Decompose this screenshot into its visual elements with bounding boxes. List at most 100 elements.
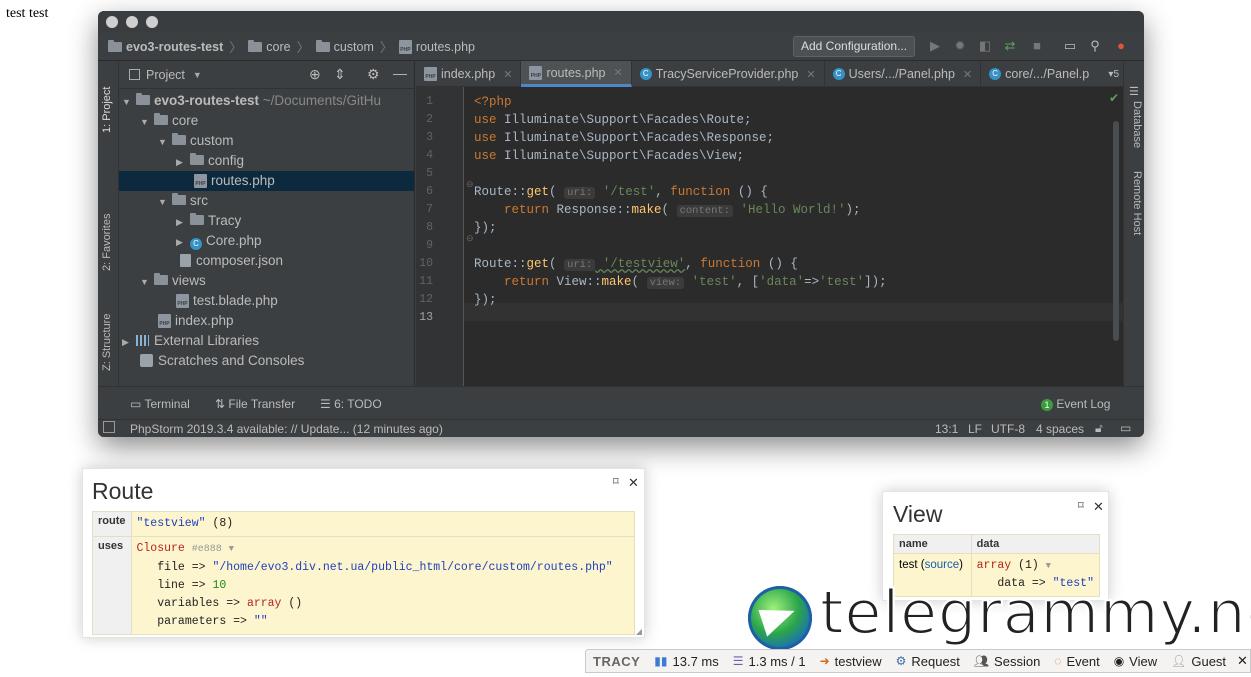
- tracy-debug-bar: TRACY ▮▮ 13.7 ms ☰ 1.3 ms / 1 ➜ testview ⚙ R…: [585, 649, 1251, 673]
- resize-handle-icon[interactable]: ◢: [636, 627, 642, 636]
- breadcrumb-project[interactable]: evo3-routes-test: [108, 39, 223, 54]
- tree-item-index-php[interactable]: PHP index.php: [158, 311, 234, 331]
- string-value: "": [253, 615, 268, 628]
- line-separator[interactable]: LF: [968, 422, 982, 436]
- table-row: route "testview" (8): [92, 511, 635, 537]
- class-icon: C: [832, 68, 845, 80]
- tab-routes-php[interactable]: PHP routes.php ✕: [521, 61, 632, 87]
- tracy-time-item[interactable]: ▮▮ 13.7 ms: [647, 650, 725, 672]
- tree-label: Core.php: [206, 233, 262, 248]
- collapse-all-icon[interactable]: ⇕: [334, 66, 346, 83]
- page-body-text: test test: [6, 6, 49, 21]
- tab-core-panel[interactable]: Ccore/.../Panel.p: [981, 61, 1104, 87]
- close-icon[interactable]: ✕: [628, 475, 639, 491]
- tracy-db-item[interactable]: ☰ 1.3 ms / 1: [726, 650, 813, 672]
- collapse-toggle-icon[interactable]: ▼: [1046, 561, 1051, 571]
- terminal-tool[interactable]: ▭ Terminal: [130, 397, 190, 411]
- lock-icon[interactable]: 🔓︎: [1095, 421, 1103, 436]
- file-encoding[interactable]: UTF-8: [991, 422, 1025, 436]
- tab-project[interactable]: 1: Project: [101, 87, 113, 133]
- tab-structure[interactable]: Z: Structure: [101, 314, 113, 371]
- tree-item-src[interactable]: ▼ src: [158, 191, 208, 211]
- tree-item-tracy[interactable]: ▶ Tracy: [176, 211, 241, 231]
- add-configuration-button[interactable]: Add Configuration...: [793, 36, 916, 57]
- eye-icon: ◉: [1113, 654, 1125, 668]
- tab-favorites[interactable]: 2: Favorites: [101, 214, 113, 271]
- locate-icon[interactable]: ⊕: [309, 66, 321, 83]
- close-icon[interactable]: ✕: [963, 68, 972, 81]
- breadcrumb-custom[interactable]: custom: [315, 39, 374, 54]
- close-icon[interactable]: ✕: [614, 66, 623, 79]
- search-icon[interactable]: ⚲: [1088, 39, 1102, 53]
- tree-item-config[interactable]: ▶ config: [176, 151, 244, 171]
- tree-item-custom[interactable]: ▼ custom: [158, 131, 234, 151]
- minimize-window-button[interactable]: [126, 16, 138, 28]
- tracy-session-item[interactable]: 👥︎ Session: [967, 650, 1047, 672]
- close-icon[interactable]: ✕: [806, 68, 815, 81]
- coverage-icon[interactable]: ◧: [978, 39, 992, 53]
- tab-index-php[interactable]: PHP index.php ✕: [416, 61, 522, 87]
- fold-icon[interactable]: ⊖: [466, 175, 474, 193]
- hide-panel-icon[interactable]: —: [393, 65, 407, 81]
- tool-label: 6: TODO: [334, 397, 382, 411]
- tree-item-core-php[interactable]: ▶ C Core.php: [176, 231, 262, 251]
- avatar-icon[interactable]: ●: [1114, 39, 1128, 53]
- code-area[interactable]: <?php use Illuminate\Support\Facades\Rou…: [474, 87, 1113, 386]
- tracy-event-item[interactable]: ◌ Event: [1047, 650, 1106, 672]
- pin-icon[interactable]: ⌑: [613, 475, 619, 488]
- layout-icon[interactable]: ▭: [1063, 39, 1077, 53]
- tree-item-external-libraries[interactable]: ▶ External Libraries: [122, 331, 259, 351]
- collapse-toggle-icon[interactable]: ▼: [229, 544, 234, 554]
- status-message[interactable]: PhpStorm 2019.3.4 available: // Update..…: [130, 422, 443, 436]
- breadcrumb-routes-php[interactable]: PHP routes.php: [398, 39, 475, 54]
- tracy-request-item[interactable]: ⚙ Request: [889, 650, 967, 672]
- column-header: name: [893, 534, 972, 554]
- chevron-down-icon[interactable]: ▼: [193, 70, 202, 80]
- tracy-view-item[interactable]: ◉ View: [1107, 650, 1164, 672]
- close-icon[interactable]: ✕: [503, 68, 512, 81]
- table-header-row: name data: [893, 534, 1101, 554]
- tab-users-panel[interactable]: C Users/.../Panel.php ✕: [825, 61, 982, 87]
- indent-setting[interactable]: 4 spaces: [1036, 422, 1084, 436]
- vertical-scrollbar[interactable]: [1113, 121, 1119, 341]
- debug-icon[interactable]: ✹: [953, 39, 967, 53]
- php-listen-icon[interactable]: ⇄: [1003, 39, 1017, 53]
- event-log-tool[interactable]: 1 Event Log: [1041, 397, 1110, 411]
- source-link[interactable]: source: [925, 559, 960, 571]
- pin-icon[interactable]: ⌑: [1078, 499, 1084, 512]
- todo-tool[interactable]: ☰ 6: TODO: [320, 397, 382, 411]
- close-window-button[interactable]: [106, 16, 118, 28]
- tab-tracy-service-provider[interactable]: C TracyServiceProvider.php ✕: [632, 61, 825, 87]
- tracy-guest-item[interactable]: 👤︎ Guest: [1164, 650, 1233, 672]
- tree-item-core[interactable]: ▼ core: [140, 111, 198, 131]
- tree-item-composer-json[interactable]: composer.json: [180, 251, 283, 271]
- tree-item-scratches[interactable]: Scratches and Consoles: [140, 351, 304, 371]
- line-number: 6: [426, 185, 433, 198]
- gear-icon[interactable]: ⚙: [367, 66, 380, 83]
- tree-item-root[interactable]: ▼ evo3-routes-test ~/Documents/GitHu: [122, 91, 415, 111]
- file-transfer-tool[interactable]: ⇅ File Transfer: [215, 397, 295, 411]
- tracy-route-item[interactable]: ➜ testview: [813, 650, 889, 672]
- close-icon[interactable]: ✕: [1093, 499, 1104, 515]
- fold-icon[interactable]: ⊖: [466, 229, 474, 247]
- tracy-close-icon[interactable]: ✕: [1233, 650, 1251, 672]
- closure-line[interactable]: Closure #e888 ▼: [137, 540, 630, 559]
- tree-item-routes-php[interactable]: PHP routes.php: [119, 171, 414, 191]
- panel-toggle-icon[interactable]: [103, 421, 115, 433]
- tabs-overflow-button[interactable]: ▾ 5: [1104, 61, 1123, 87]
- event-log-badge: 1: [1041, 399, 1053, 411]
- database-icon[interactable]: ☰: [1129, 85, 1139, 98]
- tab-remote-host[interactable]: Remote Host: [1131, 171, 1143, 235]
- breadcrumb-core[interactable]: core: [248, 39, 291, 54]
- line-number: 9: [426, 239, 433, 252]
- tab-database[interactable]: Database: [1131, 101, 1143, 148]
- zoom-window-button[interactable]: [146, 16, 158, 28]
- caret-position[interactable]: 13:1: [935, 422, 958, 436]
- notifications-icon[interactable]: ▭: [1120, 421, 1131, 435]
- stop-icon[interactable]: ■: [1030, 39, 1044, 53]
- tracy-logo[interactable]: TRACY: [586, 650, 647, 672]
- tree-item-views[interactable]: ▼ views: [140, 271, 206, 291]
- run-icon[interactable]: ▶: [928, 39, 942, 53]
- project-view-selector[interactable]: Project: [146, 68, 185, 82]
- tree-item-test-blade[interactable]: PHP test.blade.php: [176, 291, 278, 311]
